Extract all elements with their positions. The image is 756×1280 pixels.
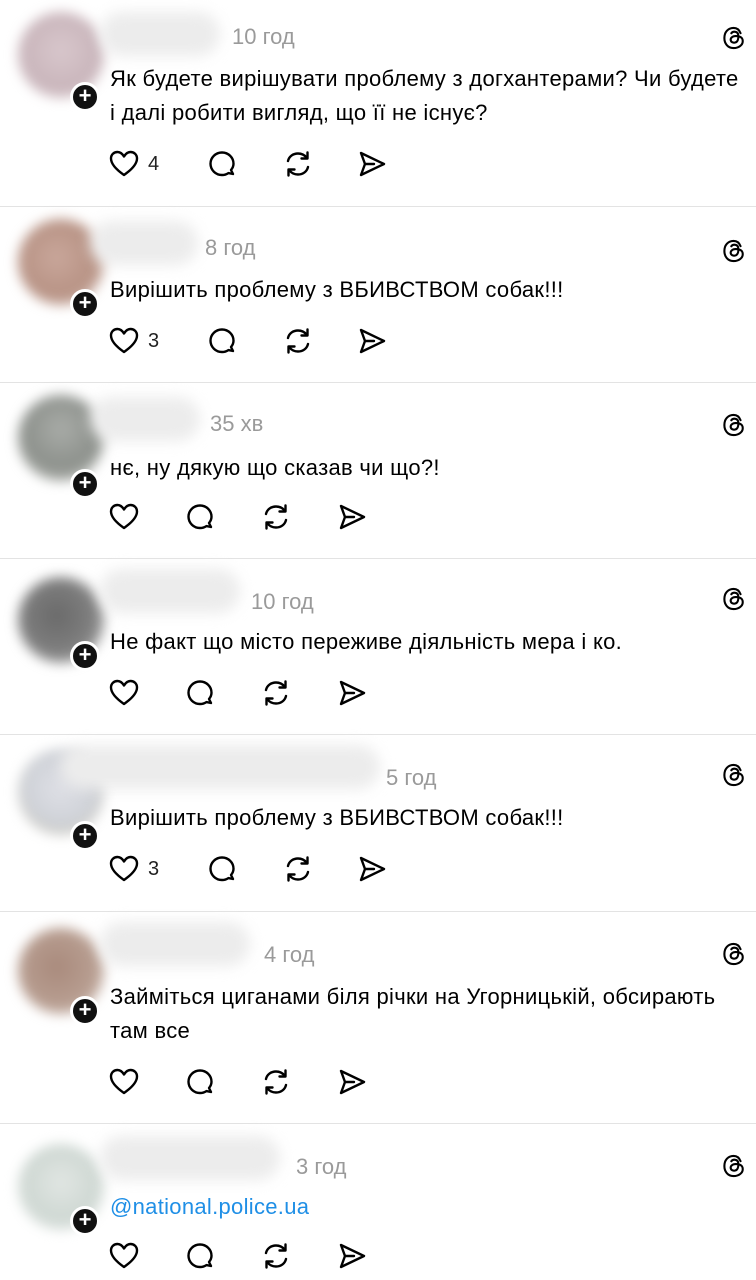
- like-count: 3: [148, 858, 160, 880]
- mention-link[interactable]: @national.police.ua: [110, 1190, 748, 1224]
- threads-logo-icon[interactable]: [720, 24, 748, 52]
- send-icon[interactable]: [336, 677, 368, 709]
- follow-plus-icon[interactable]: +: [70, 82, 100, 112]
- post-actions: [108, 501, 378, 537]
- post-text: нє, ну дякую що сказав чи що?!: [110, 455, 440, 480]
- post-time: 10 год: [232, 24, 295, 49]
- username[interactable]: [90, 397, 200, 441]
- like-count: 3: [148, 330, 160, 352]
- threads-logo-icon[interactable]: [720, 940, 748, 968]
- send-icon[interactable]: [356, 325, 388, 357]
- post-time: 4 год: [264, 942, 315, 967]
- comment-icon[interactable]: [206, 148, 238, 180]
- send-icon[interactable]: [356, 148, 388, 180]
- post: + 3 год @national.police.ua: [0, 1124, 756, 1280]
- post-time: 5 год: [386, 765, 437, 790]
- send-icon[interactable]: [336, 1066, 368, 1098]
- post-actions: 4: [108, 148, 408, 184]
- send-icon[interactable]: [336, 1240, 368, 1272]
- follow-plus-icon[interactable]: +: [70, 469, 100, 499]
- follow-plus-icon[interactable]: +: [70, 641, 100, 671]
- heart-icon[interactable]: [108, 1066, 140, 1098]
- avatar[interactable]: [18, 395, 104, 481]
- threads-logo-icon[interactable]: [720, 761, 748, 789]
- post-text: Займіться циганами біля річки на Угорниц…: [110, 984, 716, 1043]
- repost-icon[interactable]: [260, 1066, 292, 1098]
- repost-icon[interactable]: [260, 501, 292, 533]
- threads-logo-icon[interactable]: [720, 1152, 748, 1180]
- post-text: Не факт що місто переживе діяльність мер…: [110, 629, 623, 654]
- post-time: 3 год: [296, 1154, 347, 1179]
- follow-plus-icon[interactable]: +: [70, 996, 100, 1026]
- heart-icon[interactable]: [108, 853, 140, 885]
- repost-icon[interactable]: [282, 148, 314, 180]
- send-icon[interactable]: [336, 501, 368, 533]
- post: + 35 хв нє, ну дякую що сказав чи що?!: [0, 383, 756, 559]
- follow-plus-icon[interactable]: +: [70, 821, 100, 851]
- threads-logo-icon[interactable]: [720, 585, 748, 613]
- repost-icon[interactable]: [260, 1240, 292, 1272]
- threads-logo-icon[interactable]: [720, 411, 748, 439]
- threads-logo-icon[interactable]: [720, 237, 748, 265]
- post-text: Як будете вирішувати проблему з догханте…: [110, 66, 739, 125]
- repost-icon[interactable]: [260, 677, 292, 709]
- post-actions: [108, 1240, 378, 1276]
- comment-icon[interactable]: [184, 1066, 216, 1098]
- username[interactable]: [100, 1136, 280, 1180]
- follow-plus-icon[interactable]: +: [70, 1206, 100, 1236]
- post: + 5 год Вирішить проблему з ВБИВСТВОМ со…: [0, 735, 756, 912]
- post-actions: 3: [108, 325, 408, 361]
- post-time: 35 хв: [210, 411, 264, 436]
- comment-icon[interactable]: [206, 325, 238, 357]
- heart-icon[interactable]: [108, 501, 140, 533]
- comment-icon[interactable]: [184, 1240, 216, 1272]
- send-icon[interactable]: [356, 853, 388, 885]
- comment-icon[interactable]: [184, 677, 216, 709]
- repost-icon[interactable]: [282, 853, 314, 885]
- comment-icon[interactable]: [206, 853, 238, 885]
- post-time: 10 год: [251, 589, 314, 614]
- heart-icon[interactable]: [108, 1240, 140, 1272]
- post: + 4 год Займіться циганами біля річки на…: [0, 912, 756, 1124]
- follow-plus-icon[interactable]: +: [70, 289, 100, 319]
- username[interactable]: [100, 569, 240, 613]
- username[interactable]: [90, 221, 198, 265]
- post-actions: 3: [108, 853, 408, 889]
- heart-icon[interactable]: [108, 677, 140, 709]
- post-text: Вирішить проблему з ВБИВСТВОМ собак!!!: [110, 277, 564, 302]
- username[interactable]: [100, 922, 250, 966]
- post: + 10 год Як будете вирішувати проблему з…: [0, 0, 756, 207]
- username[interactable]: [60, 745, 380, 789]
- comment-icon[interactable]: [184, 501, 216, 533]
- heart-icon[interactable]: [108, 325, 140, 357]
- post: + 8 год Вирішить проблему з ВБИВСТВОМ со…: [0, 207, 756, 383]
- username[interactable]: [100, 12, 220, 56]
- post-time: 8 год: [205, 235, 256, 260]
- like-count: 4: [148, 153, 160, 175]
- post-actions: [108, 677, 378, 713]
- post-text: Вирішить проблему з ВБИВСТВОМ собак!!!: [110, 805, 564, 830]
- post: + 10 год Не факт що місто переживе діяль…: [0, 559, 756, 735]
- post-actions: [108, 1066, 378, 1102]
- heart-icon[interactable]: [108, 148, 140, 180]
- repost-icon[interactable]: [282, 325, 314, 357]
